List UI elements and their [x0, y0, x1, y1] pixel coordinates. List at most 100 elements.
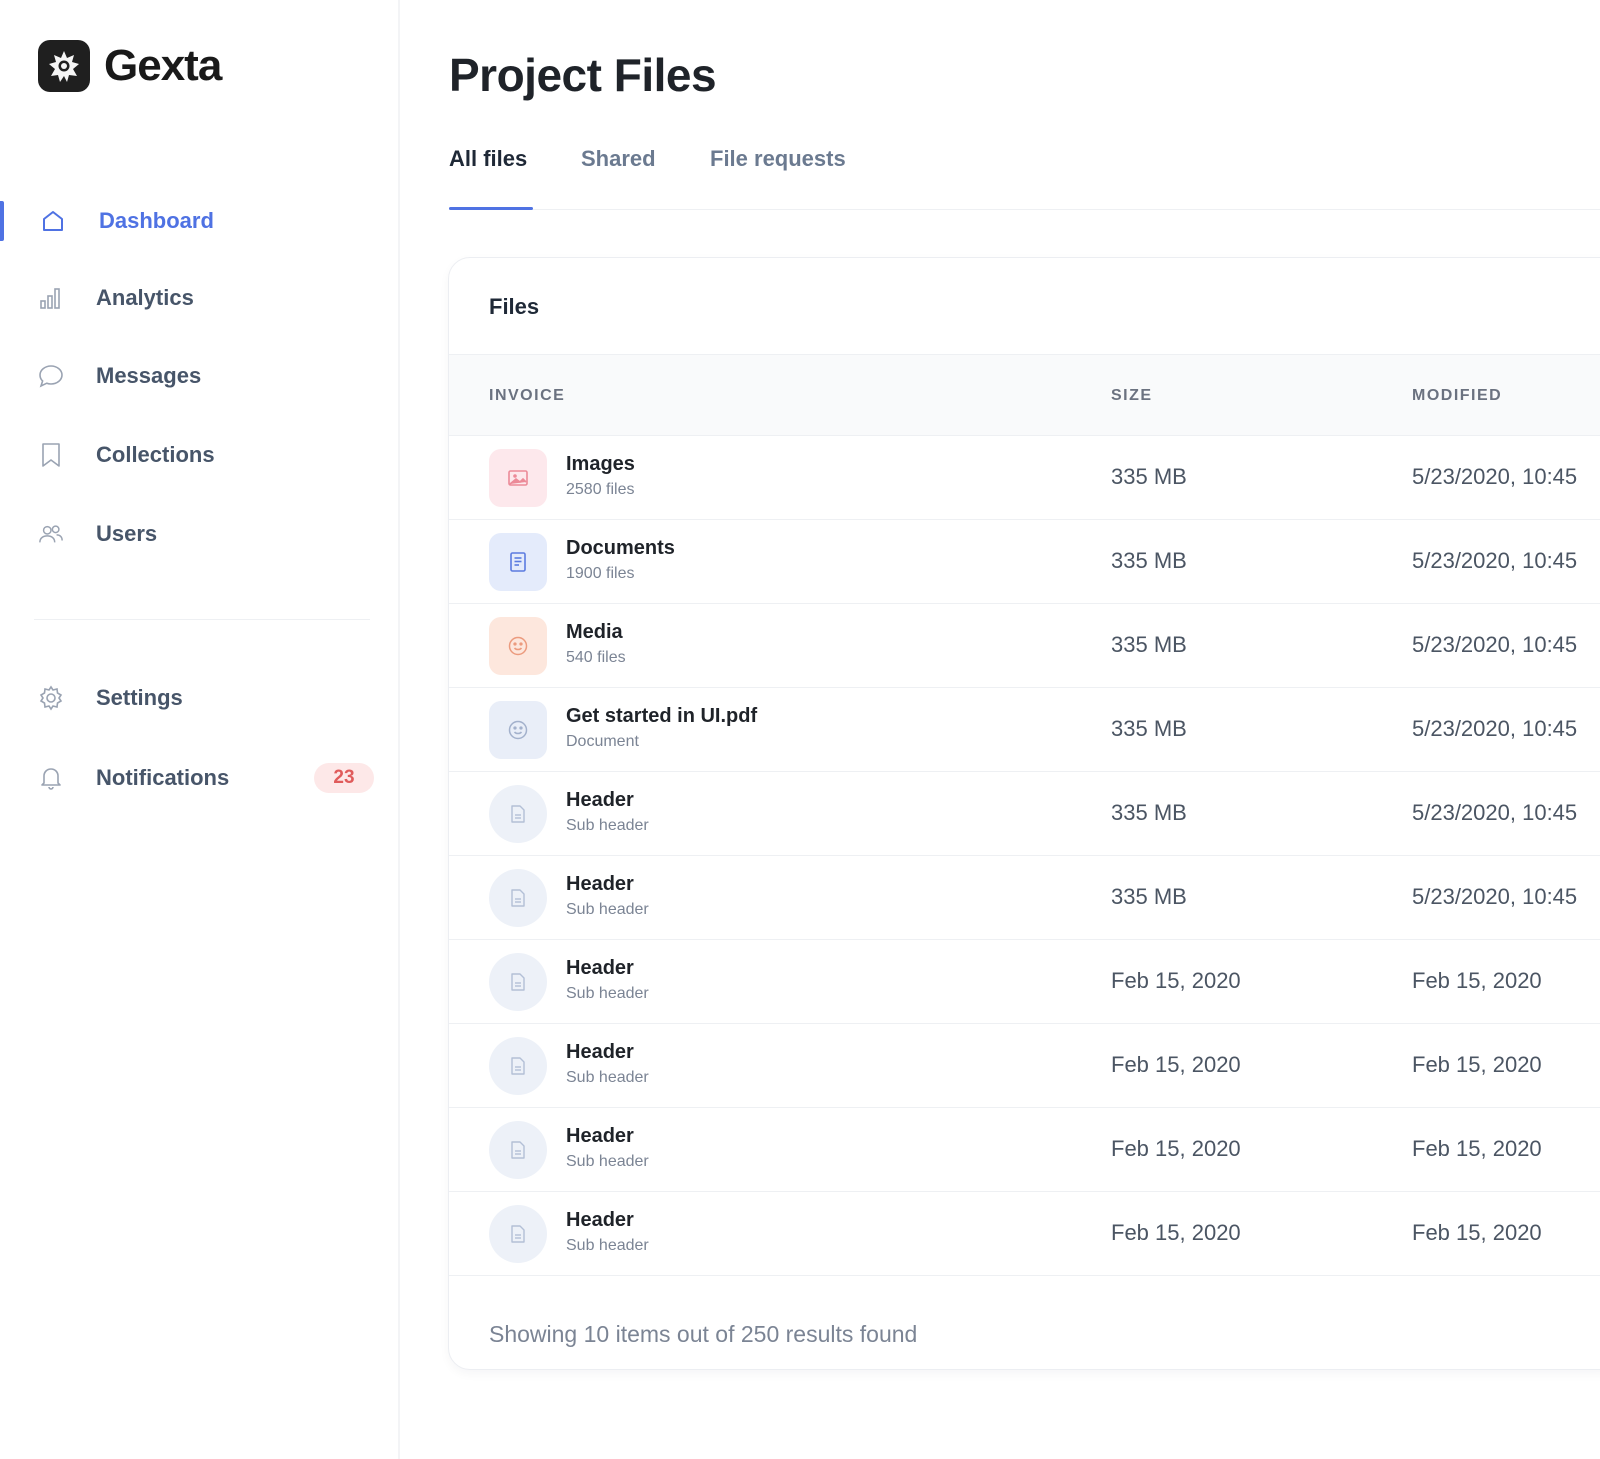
sidebar-item-collections[interactable]: Collections	[0, 427, 400, 483]
column-header-invoice[interactable]: INVOICE	[489, 387, 565, 405]
file-name: Header	[566, 873, 634, 895]
tab-file-requests[interactable]: File requests	[710, 146, 846, 172]
page-title: Project Files	[449, 49, 717, 101]
sidebar-item-label: Users	[96, 521, 158, 546]
file-size: Feb 15, 2020	[1111, 1136, 1241, 1161]
file-modified: 5/23/2020, 10:45	[1412, 716, 1578, 741]
sidebar-divider	[34, 619, 370, 620]
file-modified: 5/23/2020, 10:45	[1412, 884, 1578, 909]
sidebar-item-settings[interactable]: Settings	[0, 670, 400, 726]
table-row[interactable]: Header Sub header Feb 15, 2020 Feb 15, 2…	[449, 1108, 1600, 1192]
document-icon	[489, 533, 547, 591]
file-modified: Feb 15, 2020	[1412, 1136, 1542, 1161]
file-subtitle: Sub header	[566, 817, 649, 834]
file-subtitle: Sub header	[566, 1069, 649, 1086]
file-size: Feb 15, 2020	[1111, 1220, 1241, 1245]
pagination-summary: Showing 10 items out of 250 results foun…	[489, 1321, 918, 1347]
file-icon	[489, 1121, 547, 1179]
file-size: Feb 15, 2020	[1111, 1052, 1241, 1077]
sidebar-item-label: Notifications	[96, 765, 230, 790]
sidebar-item-dashboard[interactable]: Dashboard	[0, 193, 400, 249]
bar-chart-icon	[38, 285, 64, 311]
brand-logo-icon	[38, 40, 90, 92]
file-name: Header	[566, 789, 634, 811]
file-subtitle: 2580 files	[566, 481, 635, 498]
table-header: INVOICE SIZE MODIFIED	[449, 354, 1600, 436]
file-size: 335 MB	[1111, 464, 1187, 489]
file-subtitle: Sub header	[566, 901, 649, 918]
chat-bubble-icon	[38, 363, 64, 389]
table-row[interactable]: Header Sub header Feb 15, 2020 Feb 15, 2…	[449, 1192, 1600, 1276]
bell-icon	[38, 765, 64, 791]
table-row[interactable]: Header Sub header 335 MB 5/23/2020, 10:4…	[449, 856, 1600, 940]
file-modified: 5/23/2020, 10:45	[1412, 632, 1578, 657]
file-size: Feb 15, 2020	[1111, 968, 1241, 993]
file-size: 335 MB	[1111, 548, 1187, 573]
file-name: Header	[566, 957, 634, 979]
notification-count-badge: 23	[314, 763, 374, 793]
file-size: 335 MB	[1111, 884, 1187, 909]
table-row[interactable]: Header Sub header 335 MB 5/23/2020, 10:4…	[449, 772, 1600, 856]
file-modified: 5/23/2020, 10:45	[1412, 800, 1578, 825]
image-icon	[489, 449, 547, 507]
home-icon	[40, 208, 66, 234]
file-subtitle: Sub header	[566, 1237, 649, 1254]
file-modified: Feb 15, 2020	[1412, 1220, 1542, 1245]
file-name: Get started in UI.pdf	[566, 705, 758, 727]
tab-all-files[interactable]: All files	[449, 146, 527, 172]
bookmark-icon	[38, 442, 64, 468]
smiley-icon	[489, 701, 547, 759]
file-subtitle: Document	[566, 733, 639, 750]
file-name: Header	[566, 1209, 634, 1231]
sidebar: Gexta Dashboard Analytics Messages Colle…	[0, 0, 400, 1459]
sidebar-item-label: Settings	[96, 685, 183, 710]
sidebar-item-analytics[interactable]: Analytics	[0, 270, 400, 326]
files-card: Files INVOICE SIZE MODIFIED Images 2580 …	[448, 257, 1600, 1370]
file-modified: Feb 15, 2020	[1412, 968, 1542, 993]
users-icon	[38, 521, 64, 547]
brand-name: Gexta	[104, 41, 222, 90]
file-subtitle: Sub header	[566, 985, 649, 1002]
file-modified: Feb 15, 2020	[1412, 1052, 1542, 1077]
table-row[interactable]: Documents 1900 files 335 MB 5/23/2020, 1…	[449, 520, 1600, 604]
table-row[interactable]: Header Sub header Feb 15, 2020 Feb 15, 2…	[449, 940, 1600, 1024]
file-modified: 5/23/2020, 10:45	[1412, 548, 1578, 573]
active-tab-underline	[449, 207, 533, 210]
file-icon	[489, 785, 547, 843]
file-subtitle: 1900 files	[566, 565, 635, 582]
sidebar-item-label: Analytics	[96, 285, 194, 310]
file-name: Images	[566, 453, 635, 475]
table-row[interactable]: Images 2580 files 335 MB 5/23/2020, 10:4…	[449, 436, 1600, 520]
file-icon	[489, 869, 547, 927]
sidebar-item-label: Dashboard	[99, 208, 214, 233]
file-icon	[489, 953, 547, 1011]
column-header-size[interactable]: SIZE	[1111, 387, 1153, 405]
file-icon	[489, 1205, 547, 1263]
file-subtitle: Sub header	[566, 1153, 649, 1170]
tab-shared[interactable]: Shared	[581, 146, 656, 172]
file-name: Header	[566, 1041, 634, 1063]
sidebar-item-label: Messages	[96, 363, 202, 388]
sidebar-item-messages[interactable]: Messages	[0, 348, 400, 404]
table-row[interactable]: Header Sub header Feb 15, 2020 Feb 15, 2…	[449, 1024, 1600, 1108]
file-subtitle: 540 files	[566, 649, 626, 666]
sidebar-item-label: Collections	[96, 442, 215, 467]
file-name: Header	[566, 1125, 634, 1147]
file-size: 335 MB	[1111, 632, 1187, 657]
sidebar-item-users[interactable]: Users	[0, 506, 400, 562]
card-title: Files	[489, 294, 540, 319]
table-row[interactable]: Media 540 files 335 MB 5/23/2020, 10:45	[449, 604, 1600, 688]
file-name: Media	[566, 621, 623, 643]
file-size: 335 MB	[1111, 800, 1187, 825]
file-name: Documents	[566, 537, 675, 559]
smiley-icon	[489, 617, 547, 675]
table-row[interactable]: Get started in UI.pdf Document 335 MB 5/…	[449, 688, 1600, 772]
file-size: 335 MB	[1111, 716, 1187, 741]
gear-icon	[38, 685, 64, 711]
tab-bar: All files Shared File requests	[449, 140, 1600, 210]
column-header-modified[interactable]: MODIFIED	[1412, 387, 1502, 405]
brand[interactable]: Gexta	[38, 40, 222, 92]
sidebar-item-notifications[interactable]: Notifications 23	[0, 750, 400, 806]
active-indicator	[0, 201, 4, 241]
file-modified: 5/23/2020, 10:45	[1412, 464, 1578, 489]
